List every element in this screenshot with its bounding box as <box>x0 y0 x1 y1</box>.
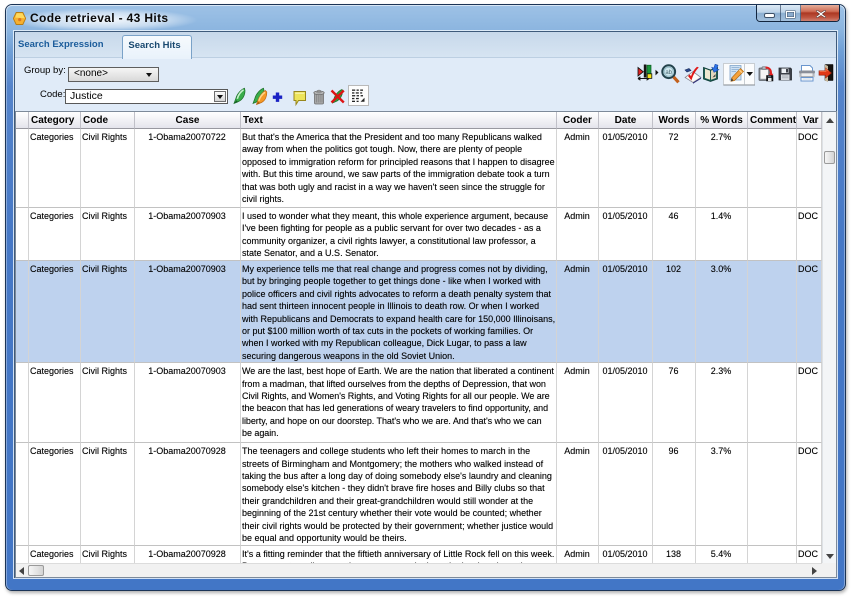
svg-text:ab: ab <box>665 70 672 76</box>
